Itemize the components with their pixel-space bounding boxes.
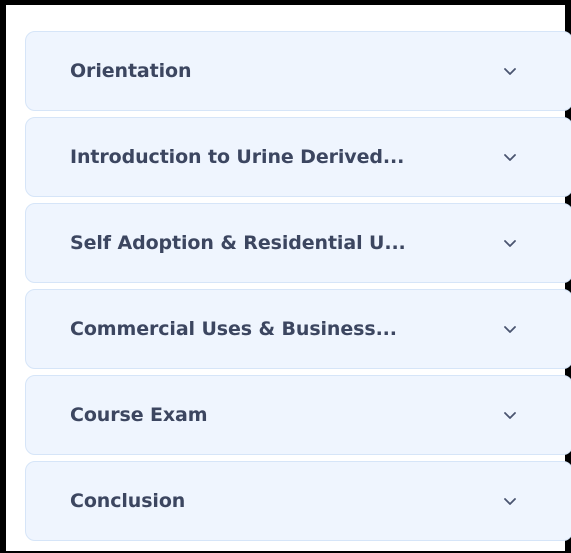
- chevron-down-icon[interactable]: [502, 496, 518, 506]
- course-accordion: Orientation Introduction to Urine Derive…: [25, 31, 571, 541]
- accordion-item-label: Introduction to Urine Derived...: [70, 146, 405, 168]
- accordion-item-label: Course Exam: [70, 404, 208, 426]
- chevron-down-icon[interactable]: [502, 324, 518, 334]
- accordion-item-label: Commercial Uses & Business...: [70, 318, 397, 340]
- accordion-item-label: Orientation: [70, 60, 192, 82]
- accordion-item-introduction[interactable]: Introduction to Urine Derived...: [25, 117, 571, 197]
- accordion-item-course-exam[interactable]: Course Exam: [25, 375, 571, 455]
- accordion-item-label: Conclusion: [70, 490, 186, 512]
- accordion-item-conclusion[interactable]: Conclusion: [25, 461, 571, 541]
- accordion-item-orientation[interactable]: Orientation: [25, 31, 571, 111]
- chevron-down-icon[interactable]: [502, 152, 518, 162]
- accordion-item-commercial-uses[interactable]: Commercial Uses & Business...: [25, 289, 571, 369]
- chevron-down-icon[interactable]: [502, 410, 518, 420]
- accordion-item-label: Self Adoption & Residential U...: [70, 232, 406, 254]
- screenshot-frame: Orientation Introduction to Urine Derive…: [0, 0, 571, 553]
- chevron-down-icon[interactable]: [502, 238, 518, 248]
- chevron-down-icon[interactable]: [502, 66, 518, 76]
- accordion-item-self-adoption[interactable]: Self Adoption & Residential U...: [25, 203, 571, 283]
